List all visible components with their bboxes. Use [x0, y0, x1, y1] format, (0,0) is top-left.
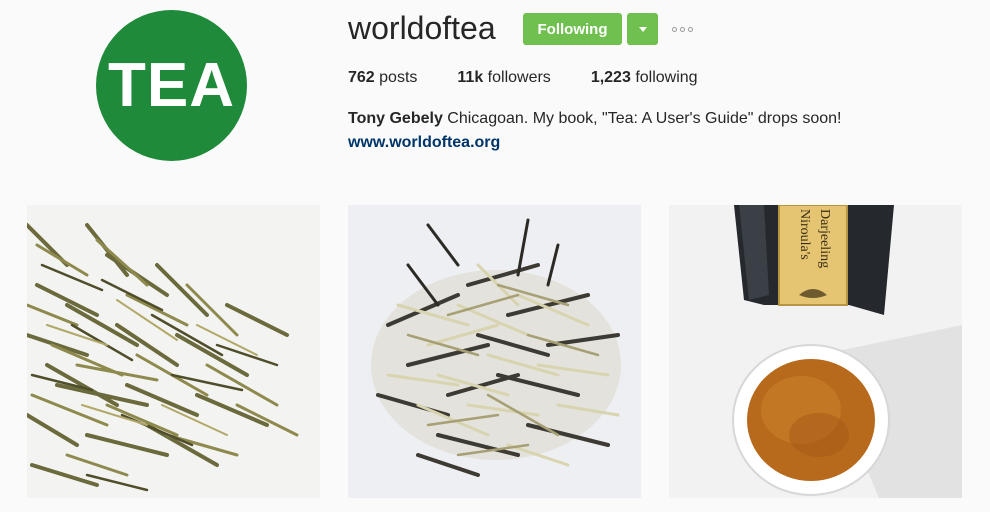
post-thumbnail-white-tea[interactable]	[348, 205, 641, 498]
post-thumbnail-darjeeling[interactable]: Niroula's Darjeeling	[669, 205, 962, 498]
profile-avatar: TEA	[96, 10, 247, 161]
website-link[interactable]: www.worldoftea.org	[348, 132, 500, 154]
following-button[interactable]: Following	[523, 13, 622, 45]
profile-bio: Tony Gebely Chicagoan. My book, "Tea: A …	[348, 108, 841, 130]
avatar-logo-text: TEA	[108, 51, 235, 120]
following-stat[interactable]: 1,223 following	[591, 67, 698, 89]
follow-dropdown-button[interactable]	[627, 13, 658, 45]
green-tea-leaves-image	[27, 205, 320, 498]
bag-label-line1: Niroula's	[797, 209, 812, 260]
more-options-button[interactable]	[672, 21, 693, 37]
followers-stat[interactable]: 11k followers	[457, 67, 550, 89]
post-thumbnail-green-tea[interactable]	[27, 205, 320, 498]
followers-label: followers	[487, 69, 551, 86]
posts-count: 762	[348, 69, 375, 86]
more-options-icon	[688, 26, 693, 32]
full-name: Tony Gebely	[348, 110, 443, 127]
darjeeling-bag-and-cup-image: Niroula's Darjeeling	[669, 205, 962, 498]
more-options-icon	[680, 26, 685, 32]
posts-stat: 762 posts	[348, 67, 417, 89]
profile-stats: 762 posts 11k followers 1,223 following	[348, 67, 738, 89]
white-tea-leaves-image	[348, 205, 641, 498]
more-options-icon	[672, 26, 677, 32]
bio-text: Chicagoan. My book, "Tea: A User's Guide…	[447, 110, 842, 127]
followers-count: 11k	[457, 69, 484, 86]
bag-label-line2: Darjeeling	[817, 209, 832, 268]
following-label: following	[635, 69, 698, 86]
username: worldoftea	[348, 10, 496, 46]
posts-label: posts	[379, 69, 418, 86]
following-count: 1,223	[590, 69, 631, 86]
chevron-down-icon	[638, 26, 647, 32]
